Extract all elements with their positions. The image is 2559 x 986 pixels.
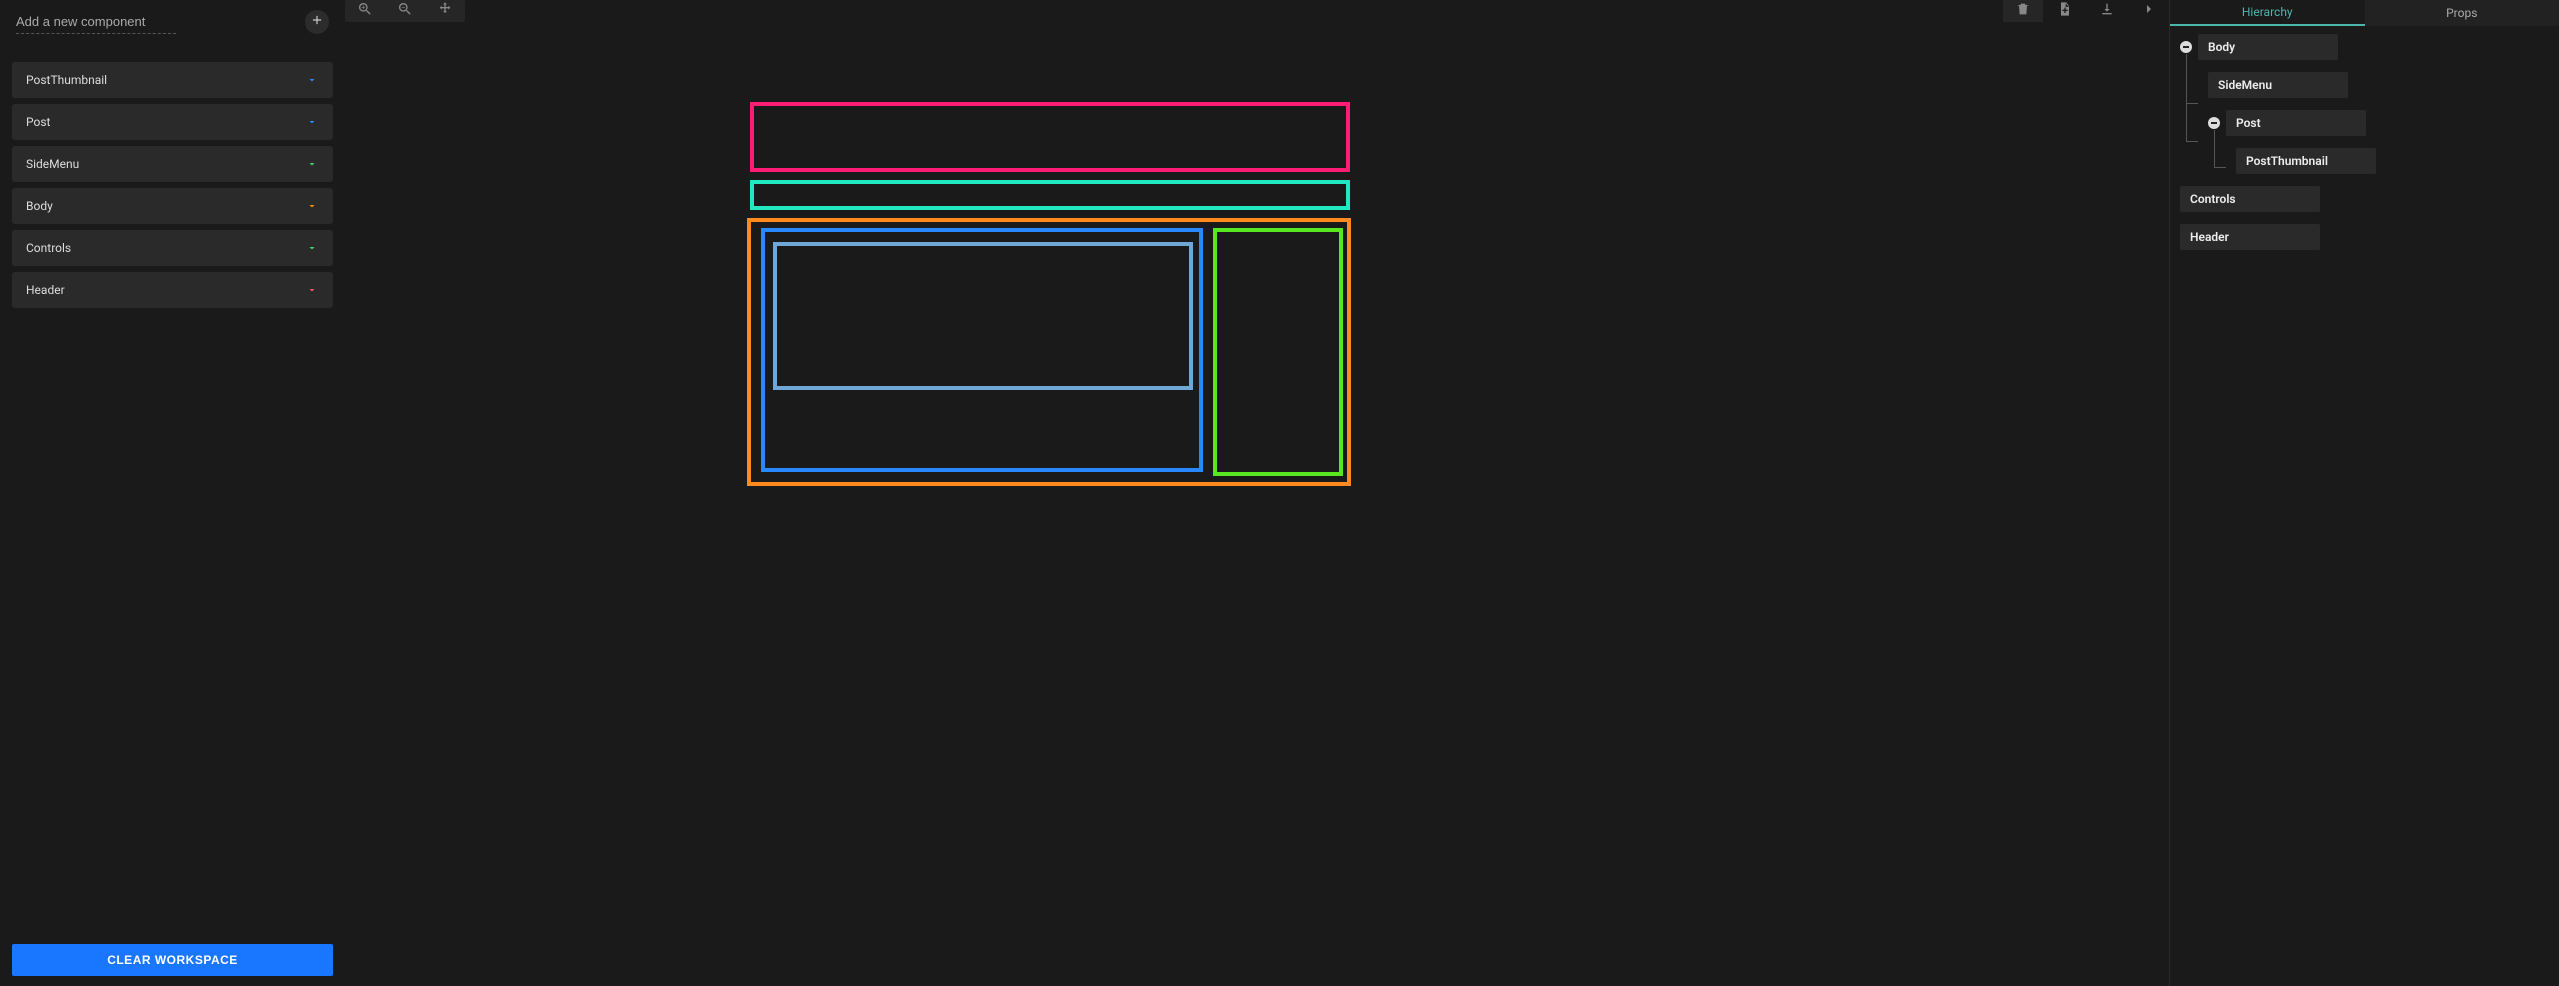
component-label: Controls [26,241,71,255]
chevron-down-icon [305,199,319,213]
canvas[interactable] [345,22,2145,822]
chevron-down-icon [305,283,319,297]
chevron-down-icon [305,241,319,255]
tree-connector [2214,130,2226,168]
move-icon [437,1,453,21]
zoom-out-icon [397,1,413,21]
tree-row-postthumbnail: PostThumbnail [2236,148,2549,174]
right-panel: Hierarchy Props Body SideMenu Post PostT… [2169,0,2559,986]
add-component-input[interactable] [16,10,176,34]
component-label: SideMenu [26,157,79,171]
zoom-in-button[interactable] [345,0,385,22]
note-add-icon [2057,1,2073,21]
new-button[interactable] [2045,0,2085,22]
component-item-sidemenu[interactable]: SideMenu [12,146,333,182]
zoom-in-icon [357,1,373,21]
canvas-box-header[interactable] [750,102,1350,172]
tab-props[interactable]: Props [2365,0,2559,26]
tree-row-sidemenu: SideMenu [2208,72,2549,98]
component-label: PostThumbnail [26,73,107,87]
tree-row-body: Body [2180,34,2549,60]
tree-row-controls: Controls [2180,186,2549,212]
tree-connector [2186,54,2198,104]
move-button[interactable] [425,0,465,22]
toolbar-right-group [2003,0,2169,22]
component-label: Body [26,199,53,213]
component-label: Post [26,115,50,129]
chevron-right-icon [2141,1,2157,21]
tree-node-body[interactable]: Body [2198,34,2338,60]
tab-hierarchy[interactable]: Hierarchy [2170,0,2365,26]
component-item-controls[interactable]: Controls [12,230,333,266]
plus-icon [310,13,324,31]
tree-toggle-icon[interactable] [2208,117,2220,129]
center-panel [345,0,2169,986]
component-item-postthumbnail[interactable]: PostThumbnail [12,62,333,98]
toolbar-left-group [345,0,465,22]
delete-button[interactable] [2003,0,2043,22]
component-item-post[interactable]: Post [12,104,333,140]
left-panel: PostThumbnail Post SideMenu Body [0,0,345,986]
tree-node-controls[interactable]: Controls [2180,186,2320,212]
tree-node-postthumbnail[interactable]: PostThumbnail [2236,148,2376,174]
canvas-scroll[interactable] [345,22,2169,986]
component-item-body[interactable]: Body [12,188,333,224]
toolbar-spacer [465,0,2003,22]
hierarchy-tree: Body SideMenu Post PostThumbnail Control… [2170,26,2559,270]
component-label: Header [26,283,65,297]
chevron-down-icon [305,115,319,129]
component-list: PostThumbnail Post SideMenu Body [12,62,333,308]
tree-row-header: Header [2180,224,2549,250]
download-button[interactable] [2087,0,2127,22]
clear-workspace-button[interactable]: CLEAR WORKSPACE [12,944,333,976]
trash-icon [2015,1,2031,21]
add-component-button[interactable] [305,10,329,34]
canvas-toolbar [345,0,2169,22]
download-icon [2099,1,2115,21]
canvas-box-controls[interactable] [750,180,1350,210]
chevron-down-icon [305,73,319,87]
app-root: PostThumbnail Post SideMenu Body [0,0,2559,986]
right-tabs: Hierarchy Props [2170,0,2559,26]
canvas-box-postthumbnail[interactable] [773,242,1193,390]
tree-toggle-icon[interactable] [2180,41,2192,53]
component-item-header[interactable]: Header [12,272,333,308]
zoom-out-button[interactable] [385,0,425,22]
collapse-button[interactable] [2129,0,2169,22]
chevron-down-icon [305,157,319,171]
add-component-row [12,10,333,34]
tree-row-post: Post [2208,110,2549,136]
canvas-box-sidemenu[interactable] [1213,228,1343,476]
tree-node-header[interactable]: Header [2180,224,2320,250]
tree-node-sidemenu[interactable]: SideMenu [2208,72,2348,98]
tree-node-post[interactable]: Post [2226,110,2366,136]
